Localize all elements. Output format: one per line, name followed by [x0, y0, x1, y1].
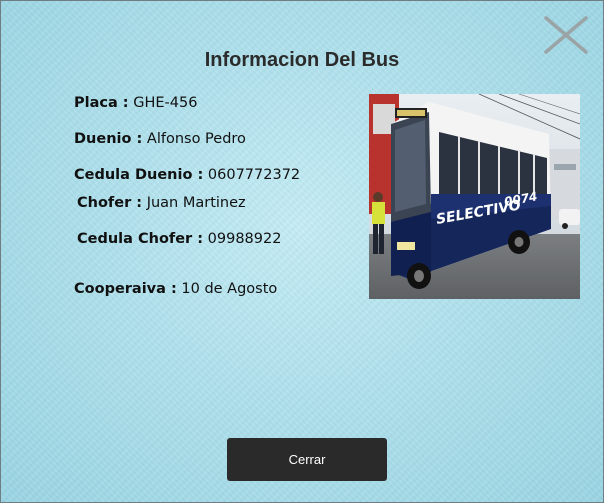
chofer-label: Chofer :: [77, 195, 143, 211]
cedula-chofer-label: Cedula Chofer :: [77, 231, 204, 247]
field-cooperativa: Cooperaiva : 10 de Agosto: [74, 281, 277, 297]
placa-label: Placa :: [74, 95, 129, 111]
field-cedula-chofer: Cedula Chofer : 09988922: [77, 231, 281, 247]
field-cedula-duenio: Cedula Duenio : 0607772372: [74, 167, 300, 183]
duenio-label: Duenio :: [74, 131, 143, 147]
field-chofer: Chofer : Juan Martinez: [77, 195, 246, 211]
bus-info-modal: Informacion Del Bus Placa : GHE-456 Duen…: [0, 0, 604, 503]
cooperativa-value: 10 de Agosto: [181, 281, 278, 297]
bus-photo: SELECTIVO 0074: [369, 94, 580, 299]
cedula-chofer-value: 09988922: [207, 231, 282, 247]
cooperativa-label: Cooperaiva :: [74, 281, 177, 297]
cedula-duenio-label: Cedula Duenio :: [74, 167, 204, 183]
field-duenio: Duenio : Alfonso Pedro: [74, 131, 246, 147]
modal-title: Informacion Del Bus: [204, 49, 400, 71]
placa-value: GHE-456: [133, 95, 198, 111]
field-placa: Placa : GHE-456: [74, 95, 197, 111]
chofer-value: Juan Martinez: [146, 195, 246, 211]
close-button[interactable]: Cerrar: [227, 438, 387, 481]
bus-image: SELECTIVO 0074: [369, 94, 580, 299]
cedula-duenio-value: 0607772372: [207, 167, 301, 183]
duenio-value: Alfonso Pedro: [146, 131, 246, 147]
